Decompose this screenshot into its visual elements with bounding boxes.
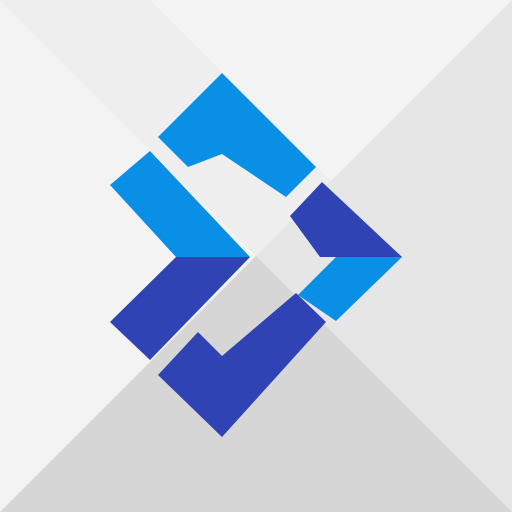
logo-graphic	[0, 0, 512, 512]
app-icon	[0, 0, 512, 512]
